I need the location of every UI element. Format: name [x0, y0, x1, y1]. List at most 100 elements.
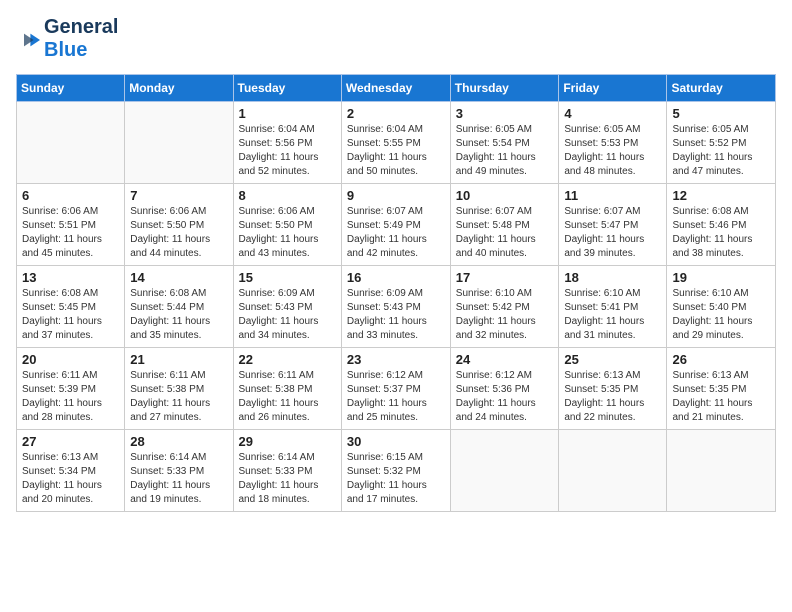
day-info: Sunrise: 6:06 AM Sunset: 5:51 PM Dayligh…	[22, 205, 119, 261]
calendar-cell: 7 Sunrise: 6:06 AM Sunset: 5:50 PM Daylig…	[125, 184, 233, 266]
calendar-week-row: 27 Sunrise: 6:13 AM Sunset: 5:34 PM Dayli…	[17, 430, 776, 512]
day-info: Sunrise: 6:04 AM Sunset: 5:55 PM Dayligh…	[347, 123, 445, 179]
calendar-cell	[667, 430, 776, 512]
day-info: Sunrise: 6:15 AM Sunset: 5:32 PM Dayligh…	[347, 451, 445, 507]
calendar-cell: 17 Sunrise: 6:10 AM Sunset: 5:42 PM Dayli…	[450, 266, 559, 348]
day-info: Sunrise: 6:12 AM Sunset: 5:37 PM Dayligh…	[347, 369, 445, 425]
calendar-cell: 26 Sunrise: 6:13 AM Sunset: 5:35 PM Dayli…	[667, 348, 776, 430]
day-info: Sunrise: 6:05 AM Sunset: 5:53 PM Dayligh…	[564, 123, 661, 179]
day-number: 7	[130, 188, 227, 203]
day-number: 22	[239, 352, 336, 367]
day-info: Sunrise: 6:07 AM Sunset: 5:48 PM Dayligh…	[456, 205, 554, 261]
calendar-cell: 12 Sunrise: 6:08 AM Sunset: 5:46 PM Dayli…	[667, 184, 776, 266]
day-number: 12	[672, 188, 770, 203]
day-number: 4	[564, 106, 661, 121]
calendar-table: SundayMondayTuesdayWednesdayThursdayFrid…	[16, 74, 776, 512]
calendar-week-row: 6Sunrise: 6:06 AM Sunset: 5:51 PM Daylig…	[17, 184, 776, 266]
day-info: Sunrise: 6:13 AM Sunset: 5:35 PM Dayligh…	[672, 369, 770, 425]
calendar-cell: 10Sunrise: 6:07 AM Sunset: 5:48 PM Dayli…	[450, 184, 559, 266]
day-info: Sunrise: 6:10 AM Sunset: 5:42 PM Dayligh…	[456, 287, 554, 343]
calendar-cell: 9Sunrise: 6:07 AM Sunset: 5:49 PM Daylig…	[341, 184, 450, 266]
calendar-cell: 21 Sunrise: 6:11 AM Sunset: 5:38 PM Dayli…	[125, 348, 233, 430]
calendar-cell: 24Sunrise: 6:12 AM Sunset: 5:36 PM Dayli…	[450, 348, 559, 430]
col-header-sunday: Sunday	[17, 75, 125, 102]
calendar-cell	[559, 430, 667, 512]
day-info: Sunrise: 6:13 AM Sunset: 5:34 PM Dayligh…	[22, 451, 119, 507]
calendar-cell	[125, 102, 233, 184]
day-info: Sunrise: 6:05 AM Sunset: 5:54 PM Dayligh…	[456, 123, 554, 179]
day-info: Sunrise: 6:11 AM Sunset: 5:39 PM Dayligh…	[22, 369, 119, 425]
logo-icon	[16, 32, 40, 48]
day-info: Sunrise: 6:05 AM Sunset: 5:52 PM Dayligh…	[672, 123, 770, 179]
col-header-wednesday: Wednesday	[341, 75, 450, 102]
calendar-cell: 1 Sunrise: 6:04 AM Sunset: 5:56 PM Daylig…	[233, 102, 341, 184]
day-number: 13	[22, 270, 119, 285]
day-number: 2	[347, 106, 445, 121]
calendar-cell: 30 Sunrise: 6:15 AM Sunset: 5:32 PM Dayli…	[341, 430, 450, 512]
calendar-cell: 16Sunrise: 6:09 AM Sunset: 5:43 PM Dayli…	[341, 266, 450, 348]
day-info: Sunrise: 6:11 AM Sunset: 5:38 PM Dayligh…	[130, 369, 227, 425]
col-header-tuesday: Tuesday	[233, 75, 341, 102]
calendar-cell: 2 Sunrise: 6:04 AM Sunset: 5:55 PM Daylig…	[341, 102, 450, 184]
day-info: Sunrise: 6:11 AM Sunset: 5:38 PM Dayligh…	[239, 369, 336, 425]
day-number: 5	[672, 106, 770, 121]
calendar-cell: 23 Sunrise: 6:12 AM Sunset: 5:37 PM Dayli…	[341, 348, 450, 430]
calendar-cell	[450, 430, 559, 512]
day-number: 20	[22, 352, 119, 367]
calendar-header-row: SundayMondayTuesdayWednesdayThursdayFrid…	[17, 75, 776, 102]
calendar-cell: 15 Sunrise: 6:09 AM Sunset: 5:43 PM Dayli…	[233, 266, 341, 348]
day-info: Sunrise: 6:14 AM Sunset: 5:33 PM Dayligh…	[239, 451, 336, 507]
calendar-cell: 18Sunrise: 6:10 AM Sunset: 5:41 PM Dayli…	[559, 266, 667, 348]
day-info: Sunrise: 6:09 AM Sunset: 5:43 PM Dayligh…	[239, 287, 336, 343]
day-info: Sunrise: 6:09 AM Sunset: 5:43 PM Dayligh…	[347, 287, 445, 343]
calendar-cell: 20 Sunrise: 6:11 AM Sunset: 5:39 PM Dayli…	[17, 348, 125, 430]
calendar-cell: 14Sunrise: 6:08 AM Sunset: 5:44 PM Dayli…	[125, 266, 233, 348]
day-number: 3	[456, 106, 554, 121]
calendar-cell: 3 Sunrise: 6:05 AM Sunset: 5:54 PM Daylig…	[450, 102, 559, 184]
day-number: 18	[564, 270, 661, 285]
calendar-cell: 22 Sunrise: 6:11 AM Sunset: 5:38 PM Dayli…	[233, 348, 341, 430]
calendar-cell: 25Sunrise: 6:13 AM Sunset: 5:35 PM Dayli…	[559, 348, 667, 430]
col-header-friday: Friday	[559, 75, 667, 102]
logo-blue: Blue	[44, 39, 87, 61]
logo: General Blue	[16, 16, 118, 62]
day-number: 23	[347, 352, 445, 367]
day-number: 30	[347, 434, 445, 449]
calendar-week-row: 1 Sunrise: 6:04 AM Sunset: 5:56 PM Daylig…	[17, 102, 776, 184]
day-number: 28	[130, 434, 227, 449]
calendar-cell: 13 Sunrise: 6:08 AM Sunset: 5:45 PM Dayli…	[17, 266, 125, 348]
day-number: 15	[239, 270, 336, 285]
day-info: Sunrise: 6:10 AM Sunset: 5:40 PM Dayligh…	[672, 287, 770, 343]
day-number: 29	[239, 434, 336, 449]
day-info: Sunrise: 6:08 AM Sunset: 5:46 PM Dayligh…	[672, 205, 770, 261]
calendar-cell: 27 Sunrise: 6:13 AM Sunset: 5:34 PM Dayli…	[17, 430, 125, 512]
page-header: General Blue	[16, 16, 776, 62]
day-number: 8	[239, 188, 336, 203]
day-info: Sunrise: 6:07 AM Sunset: 5:47 PM Dayligh…	[564, 205, 661, 261]
calendar-cell: 28Sunrise: 6:14 AM Sunset: 5:33 PM Dayli…	[125, 430, 233, 512]
day-number: 24	[456, 352, 554, 367]
day-info: Sunrise: 6:07 AM Sunset: 5:49 PM Dayligh…	[347, 205, 445, 261]
day-number: 1	[239, 106, 336, 121]
calendar-cell: 19 Sunrise: 6:10 AM Sunset: 5:40 PM Dayli…	[667, 266, 776, 348]
calendar-week-row: 13 Sunrise: 6:08 AM Sunset: 5:45 PM Dayli…	[17, 266, 776, 348]
day-number: 17	[456, 270, 554, 285]
day-number: 26	[672, 352, 770, 367]
day-number: 19	[672, 270, 770, 285]
calendar-cell: 4 Sunrise: 6:05 AM Sunset: 5:53 PM Daylig…	[559, 102, 667, 184]
col-header-monday: Monday	[125, 75, 233, 102]
day-info: Sunrise: 6:04 AM Sunset: 5:56 PM Dayligh…	[239, 123, 336, 179]
day-info: Sunrise: 6:06 AM Sunset: 5:50 PM Dayligh…	[130, 205, 227, 261]
calendar-week-row: 20 Sunrise: 6:11 AM Sunset: 5:39 PM Dayli…	[17, 348, 776, 430]
day-number: 21	[130, 352, 227, 367]
day-number: 14	[130, 270, 227, 285]
day-number: 27	[22, 434, 119, 449]
day-info: Sunrise: 6:08 AM Sunset: 5:45 PM Dayligh…	[22, 287, 119, 343]
col-header-saturday: Saturday	[667, 75, 776, 102]
day-info: Sunrise: 6:06 AM Sunset: 5:50 PM Dayligh…	[239, 205, 336, 261]
calendar-cell: 8 Sunrise: 6:06 AM Sunset: 5:50 PM Daylig…	[233, 184, 341, 266]
day-number: 25	[564, 352, 661, 367]
calendar-cell	[17, 102, 125, 184]
day-number: 11	[564, 188, 661, 203]
logo-general: General	[44, 16, 118, 38]
